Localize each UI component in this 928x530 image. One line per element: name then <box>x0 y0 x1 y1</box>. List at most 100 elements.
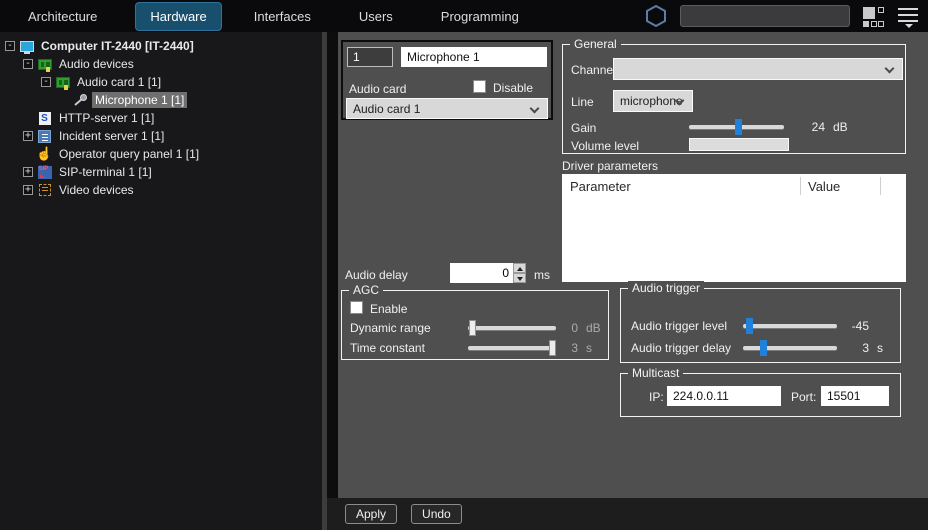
time-constant-slider-thumb[interactable] <box>549 340 556 356</box>
layout-grid-icon[interactable] <box>862 5 886 27</box>
audio-card-label: Audio card <box>349 82 406 96</box>
dynamic-range-value: 0 <box>564 321 578 335</box>
audio-delay-label: Audio delay <box>345 268 408 282</box>
nav-tabs: Architecture Hardware Interfaces Users P… <box>0 0 519 32</box>
line-select[interactable]: microphone <box>613 90 693 112</box>
agc-group-title: AGC <box>349 283 383 297</box>
multicast-group-title: Multicast <box>628 366 683 380</box>
audio-delay-spinner <box>450 263 526 283</box>
expander-icon[interactable]: - <box>5 41 15 51</box>
tree-item-audio-devices[interactable]: - Audio devices <box>0 55 322 73</box>
chevron-down-icon <box>885 64 895 74</box>
audio-trigger-level-value: -45 <box>843 319 869 333</box>
time-constant-value: 3 <box>564 341 578 355</box>
tree-item-operator-query-panel[interactable]: ☝ Operator query panel 1 [1] <box>0 145 322 163</box>
computer-icon <box>19 39 34 53</box>
undo-button[interactable]: Undo <box>411 504 462 524</box>
top-navbar: Architecture Hardware Interfaces Users P… <box>0 0 928 32</box>
dynamic-range-unit: dB <box>586 321 601 335</box>
expander-icon[interactable]: - <box>41 77 51 87</box>
multicast-ip-label: IP: <box>649 390 664 404</box>
column-header-value[interactable]: Value <box>808 179 840 194</box>
channel-select[interactable] <box>613 58 903 80</box>
expander-icon[interactable]: + <box>23 131 33 141</box>
agc-enable-checkbox[interactable] <box>350 301 363 314</box>
audio-trigger-group: Audio trigger Audio trigger level -45 Au… <box>620 288 901 363</box>
multicast-ip-field[interactable] <box>667 386 781 406</box>
time-constant-slider[interactable] <box>468 346 556 350</box>
audio-trigger-delay-unit: s <box>877 341 883 355</box>
search-input[interactable] <box>680 5 850 27</box>
audio-trigger-delay-slider[interactable] <box>743 346 837 350</box>
dynamic-range-slider[interactable] <box>468 326 556 330</box>
gain-slider[interactable] <box>689 125 784 129</box>
audio-trigger-level-label: Audio trigger level <box>631 319 727 333</box>
navbar-right-cluster <box>644 4 928 28</box>
audio-trigger-delay-label: Audio trigger delay <box>631 341 731 355</box>
time-constant-unit: s <box>586 341 592 355</box>
multicast-group: Multicast IP: Port: <box>620 373 901 417</box>
line-label: Line <box>571 95 594 109</box>
audio-trigger-delay-value: 3 <box>843 341 869 355</box>
tree-item-http-server[interactable]: HTTP-server 1 [1] <box>0 109 322 127</box>
settings-panel: Audio card Disable Audio card 1 General … <box>338 32 928 498</box>
time-constant-label: Time constant <box>350 341 425 355</box>
dynamic-range-label: Dynamic range <box>350 321 431 335</box>
multicast-port-label: Port: <box>791 390 816 404</box>
driver-parameters-table: Parameter Value <box>562 174 906 282</box>
video-devices-icon <box>37 183 52 197</box>
audio-trigger-level-thumb[interactable] <box>746 318 753 334</box>
gain-label: Gain <box>571 121 596 135</box>
tab-architecture[interactable]: Architecture <box>28 9 97 24</box>
expander-icon[interactable]: + <box>23 185 33 195</box>
expander-icon[interactable]: + <box>23 167 33 177</box>
audio-trigger-delay-thumb[interactable] <box>760 340 767 356</box>
audio-trigger-group-title: Audio trigger <box>628 281 704 295</box>
http-server-icon <box>37 111 52 125</box>
microphone-icon <box>73 93 88 107</box>
column-header-parameter[interactable]: Parameter <box>570 179 631 194</box>
object-id-field[interactable] <box>347 47 393 67</box>
device-tree-panel: - Computer IT-2440 [IT-2440] - Audio dev… <box>0 32 322 530</box>
tab-hardware[interactable]: Hardware <box>135 2 221 31</box>
tab-interfaces[interactable]: Interfaces <box>254 9 311 24</box>
tree-item-video-devices[interactable]: + Video devices <box>0 181 322 199</box>
audio-card-icon <box>55 75 70 89</box>
operator-panel-icon: ☝ <box>37 147 52 161</box>
apply-button[interactable]: Apply <box>345 504 397 524</box>
tab-programming[interactable]: Programming <box>441 9 519 24</box>
tree-item-sip-terminal[interactable]: + SIP-terminal 1 [1] <box>0 163 322 181</box>
object-name-field[interactable] <box>401 47 547 67</box>
audio-delay-field[interactable] <box>450 263 513 283</box>
audio-delay-unit: ms <box>534 268 550 282</box>
tree-item-incident-server[interactable]: + Incident server 1 [1] <box>0 127 322 145</box>
volume-level-bar <box>689 138 789 151</box>
hamburger-menu-icon[interactable] <box>898 7 918 25</box>
audio-card-select[interactable]: Audio card 1 <box>346 98 548 119</box>
audio-trigger-level-slider[interactable] <box>743 324 837 328</box>
volume-level-label: Volume level <box>571 139 639 153</box>
sip-terminal-icon <box>37 165 52 179</box>
tree-item-audio-card[interactable]: - Audio card 1 [1] <box>0 73 322 91</box>
agc-group: AGC Enable Dynamic range 0 dB Time const… <box>341 290 609 360</box>
expander-icon[interactable]: - <box>23 59 33 69</box>
tree-item-microphone[interactable]: Microphone 1 [1] <box>0 91 322 109</box>
incident-server-icon <box>37 129 52 143</box>
general-group: General Channel Line microphone Gain 24 … <box>562 44 906 154</box>
audio-card-icon <box>37 57 52 71</box>
driver-parameters-title: Driver parameters <box>562 159 658 173</box>
tree-item-computer[interactable]: - Computer IT-2440 [IT-2440] <box>0 37 322 55</box>
dynamic-range-slider-thumb[interactable] <box>469 320 476 336</box>
spin-down-icon[interactable] <box>513 273 526 283</box>
chevron-down-icon <box>530 104 540 114</box>
spin-up-icon[interactable] <box>513 263 526 273</box>
identity-box: Audio card Disable Audio card 1 <box>341 40 553 120</box>
channel-label: Channel <box>571 63 616 77</box>
agc-enable-label: Enable <box>370 302 407 316</box>
general-group-title: General <box>570 37 621 51</box>
multicast-port-field[interactable] <box>821 386 889 406</box>
disable-checkbox[interactable] <box>473 80 486 93</box>
tab-users[interactable]: Users <box>359 9 393 24</box>
settings-region: Audio card Disable Audio card 1 General … <box>327 32 928 530</box>
gain-slider-thumb[interactable] <box>735 119 742 135</box>
